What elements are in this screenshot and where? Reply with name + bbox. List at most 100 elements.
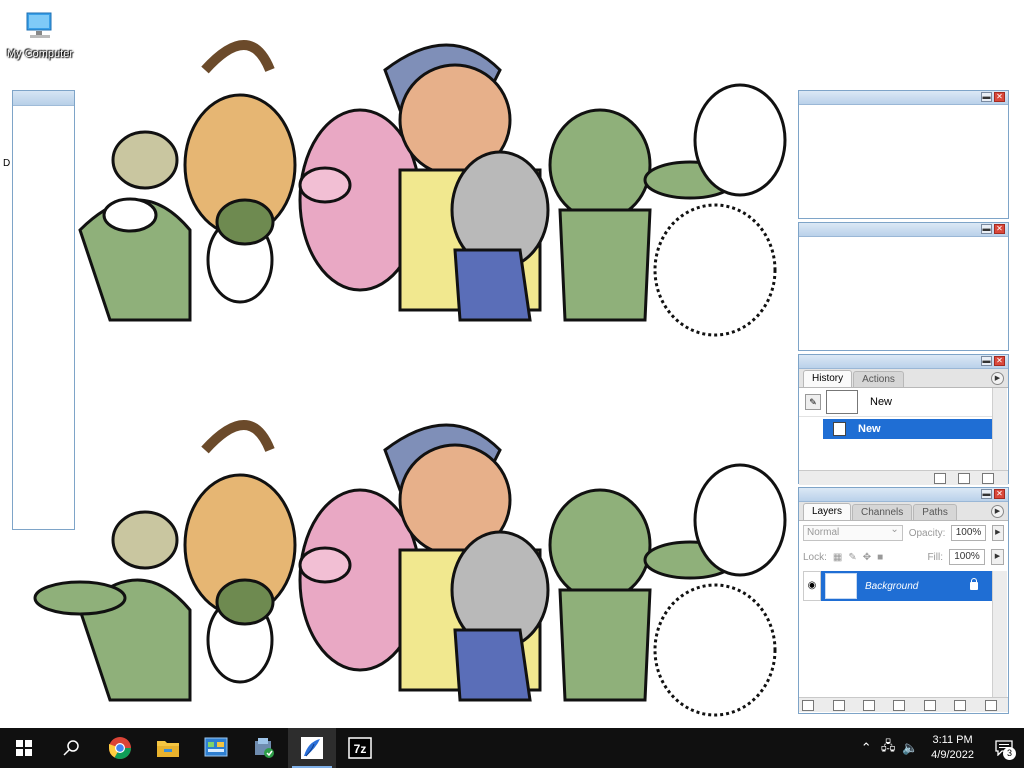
history-snapshot[interactable]: ✎ New <box>799 388 992 417</box>
notification-count-badge: 3 <box>1003 747 1016 760</box>
close-icon[interactable]: ✕ <box>994 489 1005 499</box>
installer-taskbar-button[interactable] <box>240 728 288 768</box>
lock-transparency-icon[interactable]: ▦ <box>833 552 842 563</box>
history-list: ✎ New New <box>799 388 1008 470</box>
layer-row-background[interactable]: ◉ Background <box>803 571 992 601</box>
control-panel-taskbar-button[interactable] <box>192 728 240 768</box>
minimize-icon[interactable]: ▬ <box>981 92 992 102</box>
close-icon[interactable]: ✕ <box>994 92 1005 102</box>
tab-history[interactable]: History <box>803 370 853 387</box>
my-computer-shortcut[interactable]: My Computer <box>2 10 78 60</box>
volume-icon[interactable]: 🔈 <box>899 740 921 756</box>
palette-titlebar[interactable]: ▬ ✕ <box>799 91 1008 105</box>
navigator-palette: ▬ ✕ <box>798 90 1009 219</box>
control-panel-icon <box>204 737 228 757</box>
tab-actions[interactable]: Actions <box>853 371 904 387</box>
lock-paint-icon[interactable]: ✎ <box>848 552 856 563</box>
tab-channels[interactable]: Channels <box>852 504 913 520</box>
new-document-icon[interactable] <box>934 472 946 484</box>
layers-toolbar <box>799 697 1008 712</box>
layers-list: ◉ Background <box>799 571 1008 697</box>
palette-titlebar[interactable]: ▬ ✕ <box>799 355 1008 369</box>
layers-palette: ▬ ✕ Layers Channels Paths ▶ Normal Opaci… <box>798 487 1009 714</box>
opacity-input[interactable]: 100% <box>951 525 986 541</box>
lock-move-icon[interactable]: ✥ <box>863 552 871 563</box>
taskbar: 7z ⌃ 🖧 🔈 3:11 PM 4/9/2022 3 <box>0 728 1024 768</box>
chrome-taskbar-button[interactable] <box>96 728 144 768</box>
opacity-label: Opacity: <box>908 527 946 539</box>
new-group-icon[interactable] <box>923 699 936 711</box>
photoshop-taskbar-button[interactable] <box>288 728 336 768</box>
clock-time: 3:11 PM <box>932 734 973 746</box>
installer-icon <box>255 738 274 758</box>
clock-date: 4/9/2022 <box>931 749 974 761</box>
tools-palette-titlebar[interactable] <box>13 91 74 106</box>
layers-scrollbar[interactable] <box>992 571 1007 697</box>
camera-snapshot-icon[interactable] <box>958 472 970 484</box>
lock-all-icon[interactable]: ■ <box>877 552 883 563</box>
my-computer-label: My Computer <box>6 48 74 60</box>
palette-menu-icon[interactable]: ▶ <box>991 505 1004 518</box>
network-icon[interactable]: 🖧 <box>877 737 899 759</box>
layer-thumbnail <box>825 573 857 599</box>
7zip-taskbar-button[interactable]: 7z <box>336 728 384 768</box>
history-scrollbar[interactable] <box>992 388 1007 470</box>
layer-style-icon[interactable] <box>832 699 845 711</box>
photoshop-feather-icon <box>301 737 323 759</box>
color-palette: ▬ ✕ <box>798 222 1009 351</box>
fill-slider-icon[interactable]: ▶ <box>991 549 1004 565</box>
link-layers-icon[interactable] <box>802 699 815 711</box>
tab-layers[interactable]: Layers <box>803 503 852 520</box>
history-palette: ▬ ✕ History Actions ▶ ✎ New New <box>798 354 1009 485</box>
system-tray: ⌃ 🖧 🔈 3:11 PM 4/9/2022 3 <box>855 728 1024 768</box>
palette-titlebar[interactable]: ▬ ✕ <box>799 488 1008 502</box>
snapshot-thumbnail <box>826 390 858 414</box>
history-toolbar <box>799 470 1008 485</box>
blend-row: Normal Opacity: 100% ▶ <box>799 521 1008 545</box>
search-button[interactable] <box>48 728 96 768</box>
trash-icon[interactable] <box>984 699 997 711</box>
history-state-label: New <box>858 423 881 435</box>
search-icon <box>63 740 79 756</box>
file-explorer-taskbar-button[interactable] <box>144 728 192 768</box>
layer-mask-icon[interactable] <box>863 699 876 711</box>
snapshot-label: New <box>870 396 893 408</box>
opacity-slider-icon[interactable]: ▶ <box>991 525 1005 541</box>
chevron-up-icon[interactable]: ⌃ <box>855 740 877 756</box>
close-icon[interactable]: ✕ <box>994 224 1005 234</box>
document-state-icon <box>833 422 846 436</box>
eye-visibility-icon[interactable]: ◉ <box>803 571 821 601</box>
folder-icon <box>157 741 179 757</box>
palette-menu-icon[interactable]: ▶ <box>991 372 1004 385</box>
close-icon[interactable]: ✕ <box>994 356 1005 366</box>
minimize-icon[interactable]: ▬ <box>981 356 992 366</box>
lock-icon <box>970 578 978 590</box>
lock-row: Lock: ▦ ✎ ✥ ■ Fill: 100% ▶ <box>799 545 1008 569</box>
tools-palette <box>12 90 75 530</box>
minimize-icon[interactable]: ▬ <box>981 224 992 234</box>
7zip-icon: 7z <box>348 737 372 759</box>
computer-icon <box>24 10 56 42</box>
history-state-selected[interactable]: New <box>823 419 992 439</box>
start-button[interactable] <box>0 728 48 768</box>
tab-paths[interactable]: Paths <box>913 504 957 520</box>
fill-label: Fill: <box>927 551 943 563</box>
clock[interactable]: 3:11 PM 4/9/2022 <box>921 733 984 763</box>
svg-text:7z: 7z <box>354 742 367 756</box>
chrome-icon <box>109 737 131 759</box>
minimize-icon[interactable]: ▬ <box>981 489 992 499</box>
adjustment-layer-icon[interactable] <box>893 699 906 711</box>
fill-input[interactable]: 100% <box>949 549 985 565</box>
blend-mode-select[interactable]: Normal <box>803 523 903 541</box>
layer-name: Background <box>865 580 919 592</box>
layers-tabs: Layers Channels Paths ▶ <box>799 502 1008 521</box>
stray-letter: D <box>3 158 11 169</box>
layer-selected[interactable]: Background <box>821 571 992 601</box>
action-center-button[interactable]: 3 <box>984 728 1024 768</box>
history-tabs: History Actions ▶ <box>799 369 1008 388</box>
windows-logo-icon <box>16 740 32 756</box>
trash-icon[interactable] <box>982 472 994 484</box>
new-layer-icon[interactable] <box>954 699 967 711</box>
palette-titlebar[interactable]: ▬ ✕ <box>799 223 1008 237</box>
history-brush-icon[interactable]: ✎ <box>805 394 821 410</box>
